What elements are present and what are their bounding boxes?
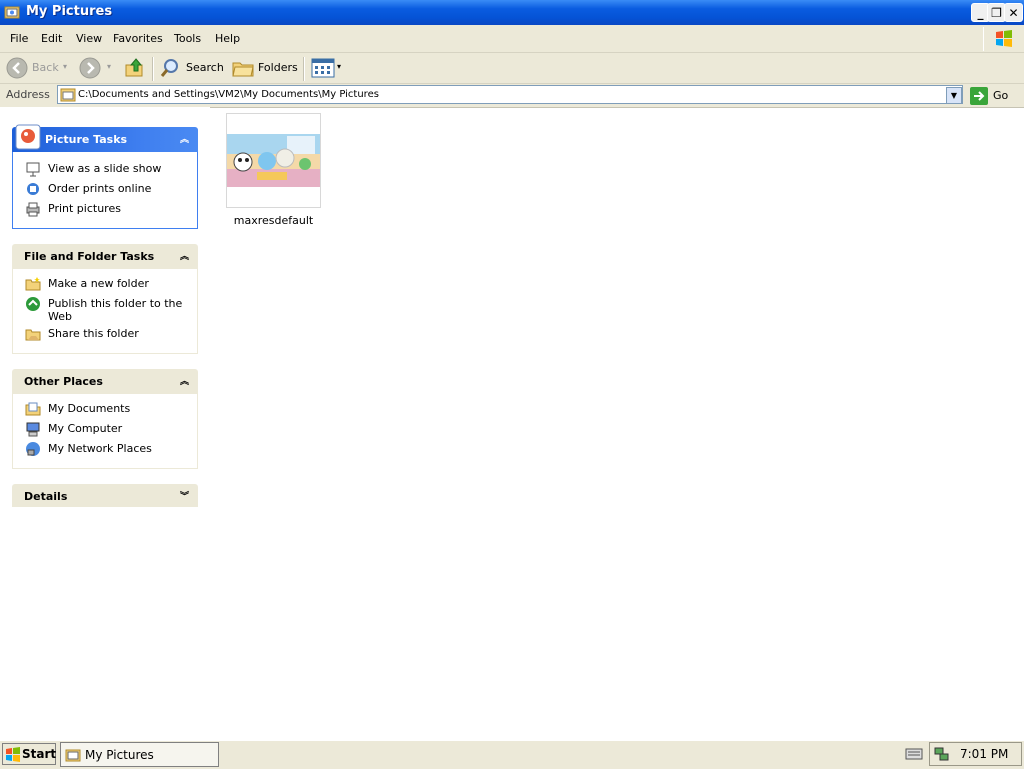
details-title: Details [24, 490, 68, 503]
back-dropdown-icon[interactable]: ▾ [63, 62, 67, 71]
menu-bar: File Edit View Favorites Tools Help [0, 25, 1024, 53]
file-folder-tasks-header[interactable]: File and Folder Tasks ︽ [12, 244, 198, 269]
back-button[interactable]: Back [32, 61, 59, 74]
system-tray: 7:01 PM [929, 742, 1022, 766]
taskbar-window-my-pictures[interactable]: My Pictures [60, 742, 219, 767]
menu-tools[interactable]: Tools [174, 32, 201, 45]
folder-pictures-icon [65, 749, 81, 762]
share-folder-icon [25, 329, 41, 341]
file-name-label[interactable]: maxresdefault [226, 214, 321, 227]
go-button[interactable]: Go [968, 86, 1020, 106]
picture-tasks-panel: View as a slide show Order prints online… [12, 152, 198, 229]
menu-view[interactable]: View [76, 32, 102, 45]
folders-button[interactable]: Folders [258, 61, 298, 74]
search-button[interactable]: Search [186, 61, 224, 74]
task-label: Order prints online [48, 182, 152, 195]
address-input[interactable]: C:\Documents and Settings\VM2\My Documen… [57, 85, 963, 104]
network-tray-icon[interactable] [934, 746, 950, 762]
start-button[interactable]: Start [2, 743, 56, 765]
task-label: My Documents [48, 402, 131, 415]
window-title: My Pictures [26, 4, 113, 19]
slideshow-icon [26, 162, 40, 177]
details-header[interactable]: Details ︾ [12, 484, 198, 507]
collapse-chevron-icon[interactable]: ︽ [180, 132, 189, 145]
windows-logo-icon [6, 747, 20, 762]
close-button[interactable]: ✕ [1004, 3, 1023, 22]
task-label: Make a new folder [48, 277, 149, 290]
other-places-panel: My Documents My Computer My Network Plac… [12, 394, 198, 469]
forward-arrow-icon[interactable] [78, 56, 102, 80]
expand-chevron-icon[interactable]: ︾ [180, 489, 189, 502]
windows-logo-icon [983, 27, 1024, 51]
go-arrow-icon [970, 87, 988, 105]
thumbnail-image [227, 134, 320, 187]
up-folder-icon[interactable] [124, 57, 146, 79]
task-label: View as a slide show [48, 162, 162, 175]
picture-tasks-title: Picture Tasks [45, 133, 128, 146]
order-prints-icon [27, 183, 39, 195]
menu-file[interactable]: File [10, 32, 28, 45]
task-label: My Computer [48, 422, 123, 435]
clock[interactable]: 7:01 PM [960, 747, 1008, 761]
menu-help[interactable]: Help [215, 32, 240, 45]
my-computer-icon [26, 422, 40, 437]
folder-pictures-icon [4, 6, 20, 19]
forward-dropdown-icon[interactable]: ▾ [107, 62, 111, 71]
collapse-chevron-icon[interactable]: ︽ [180, 374, 189, 387]
task-label: My Network Places [48, 442, 152, 455]
picture-tasks-header[interactable]: Picture Tasks ︽ [12, 124, 198, 152]
folders-icon[interactable] [231, 58, 255, 78]
my-documents-icon [25, 402, 41, 416]
start-label: Start [22, 747, 57, 761]
menu-edit[interactable]: Edit [41, 32, 62, 45]
other-places-header[interactable]: Other Places ︽ [12, 369, 198, 394]
picture-tasks-icon [15, 124, 41, 150]
menu-favorites[interactable]: Favorites [113, 32, 163, 45]
taskbar-window-label: My Pictures [85, 748, 154, 762]
collapse-chevron-icon[interactable]: ︽ [180, 249, 189, 262]
task-label: Share this folder [48, 327, 139, 340]
views-dropdown-icon[interactable]: ▾ [337, 62, 341, 71]
new-folder-icon [25, 277, 41, 291]
folder-icon [60, 88, 76, 102]
keyboard-icon[interactable] [905, 747, 923, 761]
address-path: C:\Documents and Settings\VM2\My Documen… [78, 89, 379, 100]
task-label: Print pictures [48, 202, 121, 215]
back-arrow-icon[interactable] [5, 56, 29, 80]
search-icon[interactable] [159, 57, 181, 79]
toolbar-separator [152, 57, 154, 81]
go-label: Go [993, 89, 1009, 102]
address-bar: Address C:\Documents and Settings\VM2\My… [0, 84, 1024, 108]
printer-icon [26, 202, 40, 217]
toolbar: Back ▾ ▾ Search Folders ▾ [0, 53, 1024, 84]
title-bar[interactable]: My Pictures _ ❐ ✕ [0, 0, 1024, 25]
network-places-icon [26, 442, 40, 456]
file-folder-tasks-title: File and Folder Tasks [24, 250, 155, 263]
toolbar-separator [303, 57, 305, 81]
views-icon[interactable] [311, 58, 335, 78]
file-thumbnail[interactable] [226, 113, 321, 208]
address-dropdown-button[interactable]: ▼ [946, 87, 962, 104]
file-folder-tasks-panel: Make a new folder Publish this folder to… [12, 269, 198, 354]
other-places-title: Other Places [24, 375, 103, 388]
address-label: Address [6, 88, 50, 101]
publish-web-icon [26, 297, 40, 311]
task-label: Publish this folder to the Web [48, 297, 183, 323]
